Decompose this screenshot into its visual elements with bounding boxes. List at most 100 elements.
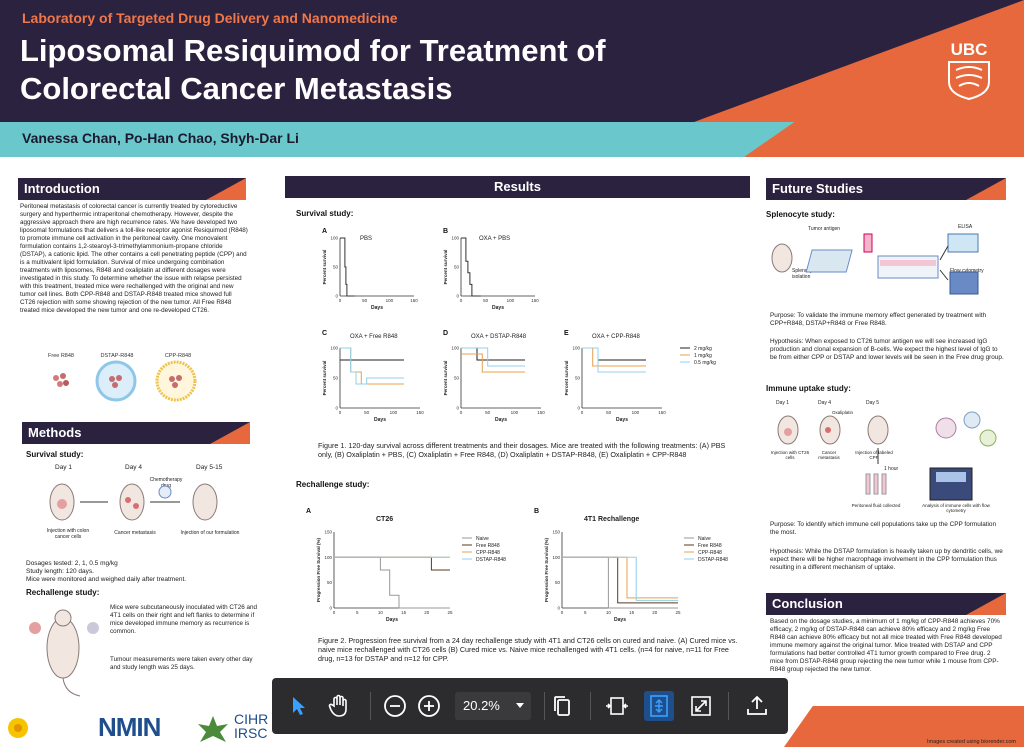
chart-svg: 0 50 100 150050100DaysPercent survival	[322, 236, 418, 312]
copy-button[interactable]	[547, 691, 577, 721]
lipo-label-cpp: CPP-R848	[164, 353, 192, 359]
legend-label: DSTAP-R848	[698, 557, 728, 563]
x-tick-label: 0	[581, 410, 584, 415]
y-tick-label: 100	[451, 236, 459, 241]
legend-label: 0.5 mg/kg	[694, 360, 716, 366]
y-tick-label: 50	[454, 265, 460, 270]
x-tick-label: 0	[460, 298, 463, 303]
uptake-hypothesis: Hypothesis: While the DSTAP formulation …	[770, 548, 1003, 571]
immune-uptake-heading: Immune uptake study:	[766, 384, 851, 393]
x-tick-label: 20	[652, 610, 658, 615]
x-tick-label: 100	[511, 410, 519, 415]
x-tick-label: 5	[584, 610, 587, 615]
step-label: Cancer metastasis	[114, 530, 156, 536]
future-studies-heading: Future Studies	[766, 178, 1006, 200]
zoom-level-value: 20.2%	[463, 698, 500, 713]
share-button[interactable]	[742, 691, 772, 721]
rechallenge-mouse-icon	[29, 609, 99, 697]
y-tick-label: 150	[324, 530, 332, 535]
free-r848-icon	[53, 373, 69, 387]
lipo-label-free: Free R848	[48, 353, 74, 359]
x-tick-label: 0	[339, 298, 342, 303]
toolbar-separator	[590, 692, 591, 720]
legend-label: CPP-R848	[476, 550, 500, 556]
diagram-label: Day 4	[818, 400, 832, 406]
y-tick-label: 50	[555, 580, 561, 585]
zoom-level-select[interactable]: 20.2%	[455, 692, 531, 720]
x-axis-label: Days	[492, 305, 504, 311]
diagram-label: Analysis of immune cells with flow cytom…	[922, 503, 990, 513]
x-tick-label: 0	[333, 610, 336, 615]
conclusion-text: Based on the dosage studies, a minimum o…	[770, 618, 1002, 673]
x-tick-label: 150	[658, 410, 666, 415]
y-tick-label: 50	[333, 265, 339, 270]
series-line	[340, 347, 404, 385]
y-tick-label: 150	[552, 530, 560, 535]
daffodil-logo-icon	[8, 718, 28, 738]
series-line	[582, 347, 646, 361]
chart-panel-A: A PBS 0 50 100 150 0 50 100 Days Percent survival	[320, 228, 430, 318]
ubc-logo: UBC	[944, 40, 994, 104]
cursor-icon	[293, 697, 305, 715]
mouse-timeline-icons	[49, 483, 218, 521]
y-tick-label: 100	[324, 555, 332, 560]
select-tool-button[interactable]	[284, 691, 314, 721]
y-axis-label: Progression Free Survival (%)	[544, 537, 549, 602]
chart-svg: 0 50 100 150050100DaysPercent survival	[322, 346, 424, 424]
results-survival-heading: Survival study:	[296, 209, 354, 218]
y-tick-label: 100	[330, 346, 338, 351]
y-tick-label: 100	[330, 236, 338, 241]
cpp-liposome-icon	[155, 360, 197, 402]
authors-bar-accent	[744, 122, 1024, 157]
viewer-toolbar: 20.2%	[272, 678, 788, 734]
y-tick-label: 100	[572, 346, 580, 351]
legend-label: Naive	[698, 536, 711, 542]
fit-page-button[interactable]	[644, 691, 674, 721]
x-tick-label: 0	[561, 610, 564, 615]
series-line	[461, 353, 525, 373]
x-axis-label: Days	[374, 417, 386, 423]
results-heading-label: Results	[494, 179, 541, 194]
chart-panel-B: B 4T1 Rechallenge 0 5 10 15 20 25 0 50 100 150 Days P…	[534, 508, 754, 626]
zoom-out-button[interactable]	[380, 691, 410, 721]
x-tick-label: 50	[483, 298, 489, 303]
chart-panel-B: B OXA + PBS 0 50 100 150 0 50 100 Days Percent sur…	[441, 228, 551, 318]
y-axis-label: Percent survival	[322, 250, 327, 285]
results-heading: Results	[285, 176, 750, 198]
authors-bar: Vanessa Chan, Po-Han Chao, Shyh-Dar Li	[0, 122, 1024, 157]
fit-width-icon	[606, 697, 628, 715]
x-tick-label: 15	[629, 610, 635, 615]
series-line	[334, 556, 450, 609]
splenocyte-heading: Splenocyte study:	[766, 210, 835, 219]
x-tick-label: 150	[531, 298, 539, 303]
x-tick-label: 20	[424, 610, 430, 615]
x-tick-label: 150	[537, 410, 545, 415]
splenocyte-flow-icons	[771, 233, 979, 295]
day-label: Day 1	[55, 464, 72, 471]
fullscreen-button[interactable]	[686, 691, 716, 721]
zoom-in-button[interactable]	[414, 691, 444, 721]
y-axis-label: Percent survival	[443, 361, 448, 396]
x-tick-label: 100	[632, 410, 640, 415]
ubc-crest-icon	[948, 61, 990, 101]
legend-label: Free R848	[476, 543, 500, 549]
x-tick-label: 50	[364, 410, 370, 415]
heading-accent	[966, 593, 1006, 615]
x-tick-label: 150	[416, 410, 424, 415]
conclusion-heading-label: Conclusion	[772, 596, 843, 611]
diagram-label: Day 5	[866, 400, 880, 406]
chart-svg: 0 50 100 150050100DaysPercent survival	[443, 236, 539, 312]
chart-panel-A: A CT26 0 5 10 15 20 25 0 50 100 150 Days Progression …	[306, 508, 536, 626]
x-tick-label: 150	[410, 298, 418, 303]
fit-width-button[interactable]	[602, 691, 632, 721]
pan-tool-button[interactable]	[324, 691, 354, 721]
results-rechallenge-heading: Rechallenge study:	[296, 480, 370, 489]
minus-circle-icon	[384, 695, 406, 717]
nmin-logo: NMIN	[98, 712, 161, 742]
series-line	[562, 556, 678, 601]
lab-name: Laboratory of Targeted Drug Delivery and…	[22, 10, 398, 26]
plus-circle-icon	[418, 695, 440, 717]
series-line	[562, 556, 678, 599]
y-tick-label: 50	[575, 376, 581, 381]
x-tick-label: 15	[401, 610, 407, 615]
